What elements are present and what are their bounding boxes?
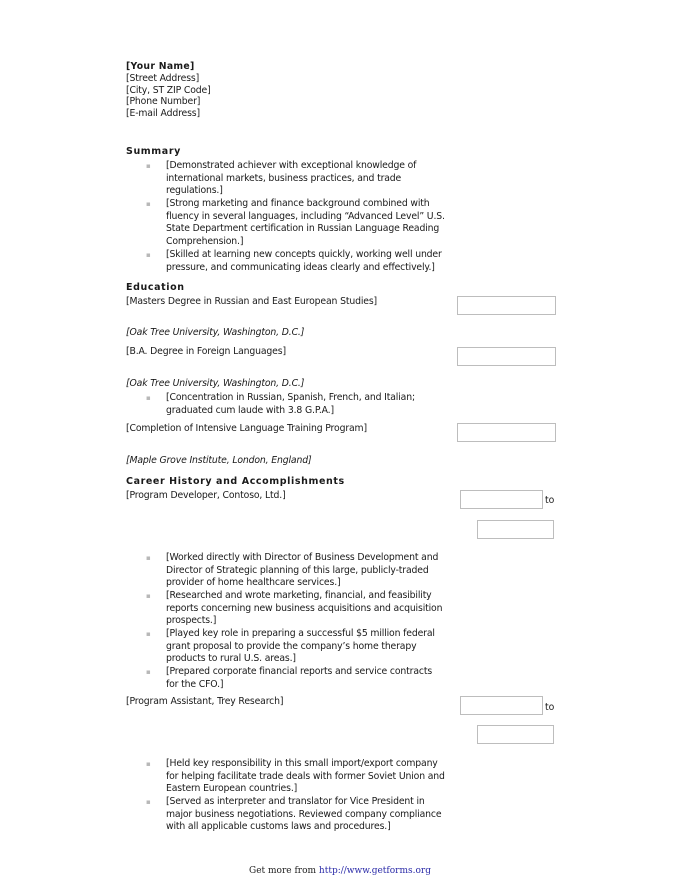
job-bullet: [Served as interpreter and translator fo… xyxy=(166,796,442,833)
footer-prefix: Get more from xyxy=(249,866,319,876)
bullet-icon: ▪ xyxy=(146,760,151,768)
education-date-field[interactable] xyxy=(457,296,556,315)
bullet-icon: ▪ xyxy=(146,554,151,562)
bullet-icon: ▪ xyxy=(146,798,151,806)
job-bullet: [Worked directly with Director of Busine… xyxy=(166,552,439,589)
job-end-date-field[interactable] xyxy=(477,520,554,539)
date-range-to-label: to xyxy=(545,702,555,713)
date-range-to-label: to xyxy=(545,495,555,506)
footer-link[interactable]: http://www.getforms.org xyxy=(319,866,431,876)
job-bullet: [Held key responsibility in this small i… xyxy=(166,758,445,795)
education-degree: [Masters Degree in Russian and East Euro… xyxy=(126,296,378,307)
bullet-icon: ▪ xyxy=(146,394,151,402)
bullet-icon: ▪ xyxy=(146,251,151,259)
summary-bullet: [Skilled at learning new concepts quickl… xyxy=(166,249,442,273)
bullet-icon: ▪ xyxy=(146,668,151,676)
email-address: [E-mail Address] xyxy=(126,107,200,119)
job-start-date-field[interactable] xyxy=(460,490,543,509)
education-degree: [Completion of Intensive Language Traini… xyxy=(126,423,367,434)
job-bullet: [Researched and wrote marketing, financi… xyxy=(166,590,443,627)
job-bullet: [Played key role in preparing a successf… xyxy=(166,628,435,665)
job-title: [Program Assistant, Trey Research] xyxy=(126,696,284,707)
education-bullet: [Concentration in Russian, Spanish, Fren… xyxy=(166,392,415,416)
education-heading: Education xyxy=(126,282,185,293)
bullet-icon: ▪ xyxy=(146,162,151,170)
job-bullet: [Prepared corporate financial reports an… xyxy=(166,666,433,690)
summary-heading: Summary xyxy=(126,146,181,157)
education-date-field[interactable] xyxy=(457,347,556,366)
summary-bullet: [Strong marketing and finance background… xyxy=(166,198,445,247)
education-school: [Oak Tree University, Washington, D.C.] xyxy=(126,327,305,338)
education-date-field[interactable] xyxy=(457,423,556,442)
career-heading: Career History and Accomplishments xyxy=(126,476,345,487)
applicant-name: [Your Name] xyxy=(126,61,195,72)
bullet-icon: ▪ xyxy=(146,200,151,208)
education-degree: [B.A. Degree in Foreign Languages] xyxy=(126,346,286,357)
job-start-date-field[interactable] xyxy=(460,696,543,715)
job-title: [Program Developer, Contoso, Ltd.] xyxy=(126,490,286,501)
bullet-icon: ▪ xyxy=(146,592,151,600)
summary-bullet: [Demonstrated achiever with exceptional … xyxy=(166,160,417,197)
education-school: [Maple Grove Institute, London, England] xyxy=(126,455,312,466)
bullet-icon: ▪ xyxy=(146,630,151,638)
education-school: [Oak Tree University, Washington, D.C.] xyxy=(126,378,305,389)
footer: Get more from http://www.getforms.org xyxy=(0,866,680,876)
job-end-date-field[interactable] xyxy=(477,725,554,744)
